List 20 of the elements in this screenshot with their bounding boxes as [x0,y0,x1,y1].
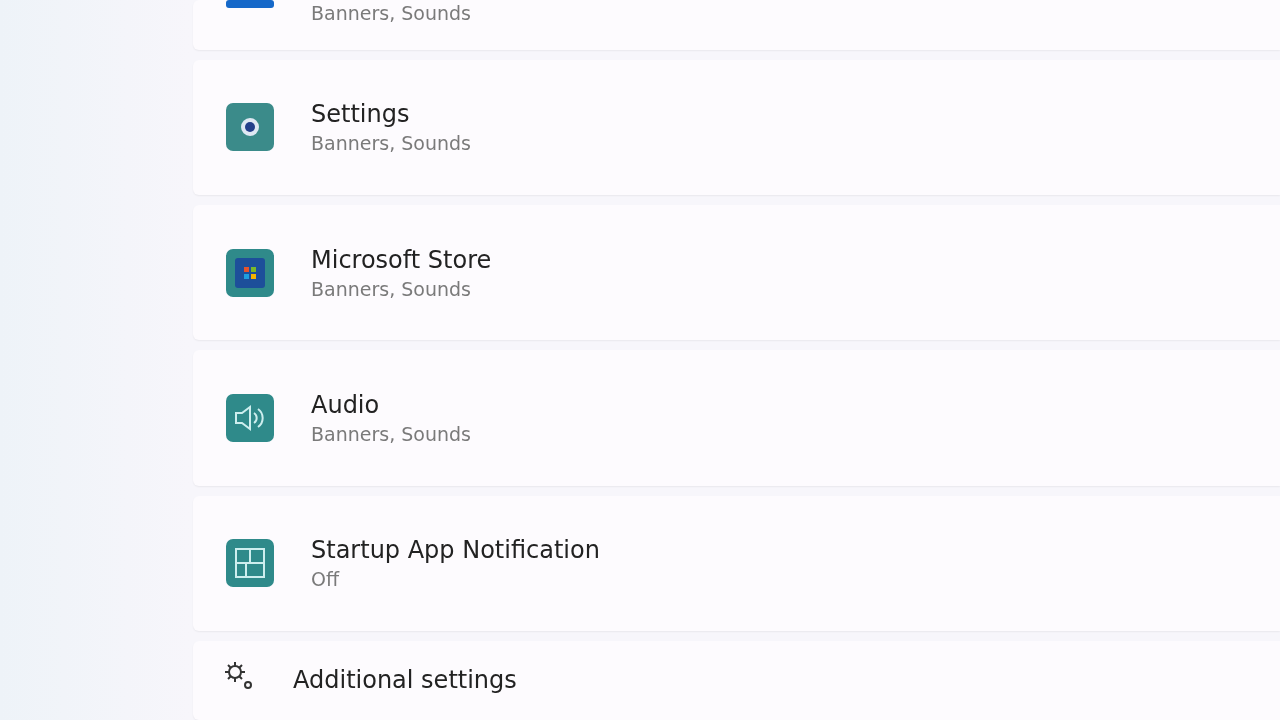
app-notification-summary: Banners, Sounds [311,132,471,155]
app-notification-summary: Banners, Sounds [311,423,471,445]
additional-settings-card[interactable]: Additional settings [193,641,1280,720]
app-notification-summary: Off [311,568,341,591]
store-app-icon [225,247,275,298]
notification-card[interactable]: Settings Banners, Sounds [193,59,1280,195]
app-name: Startup App Notification [311,536,600,565]
app-notification-summary: Banners, Sounds [311,1,471,24]
app-notification-summary: Banners, Sounds [311,277,472,300]
app-name: Microsoft Store [311,245,492,274]
additional-settings-label: Additional settings [293,666,517,694]
speaker-icon [225,393,275,443]
notification-card[interactable]: Microsoft Store Banners, Sounds [193,204,1280,341]
notification-card[interactable]: Startup App Notification Off [193,495,1280,632]
app-name: Audio [311,391,381,419]
grid-icon [225,538,275,589]
notification-card[interactable]: Banners, Sounds [193,0,1280,50]
notification-card[interactable]: Audio Banners, Sounds [193,350,1280,486]
settings-app-icon [225,102,275,153]
app-name: Settings [311,100,411,129]
